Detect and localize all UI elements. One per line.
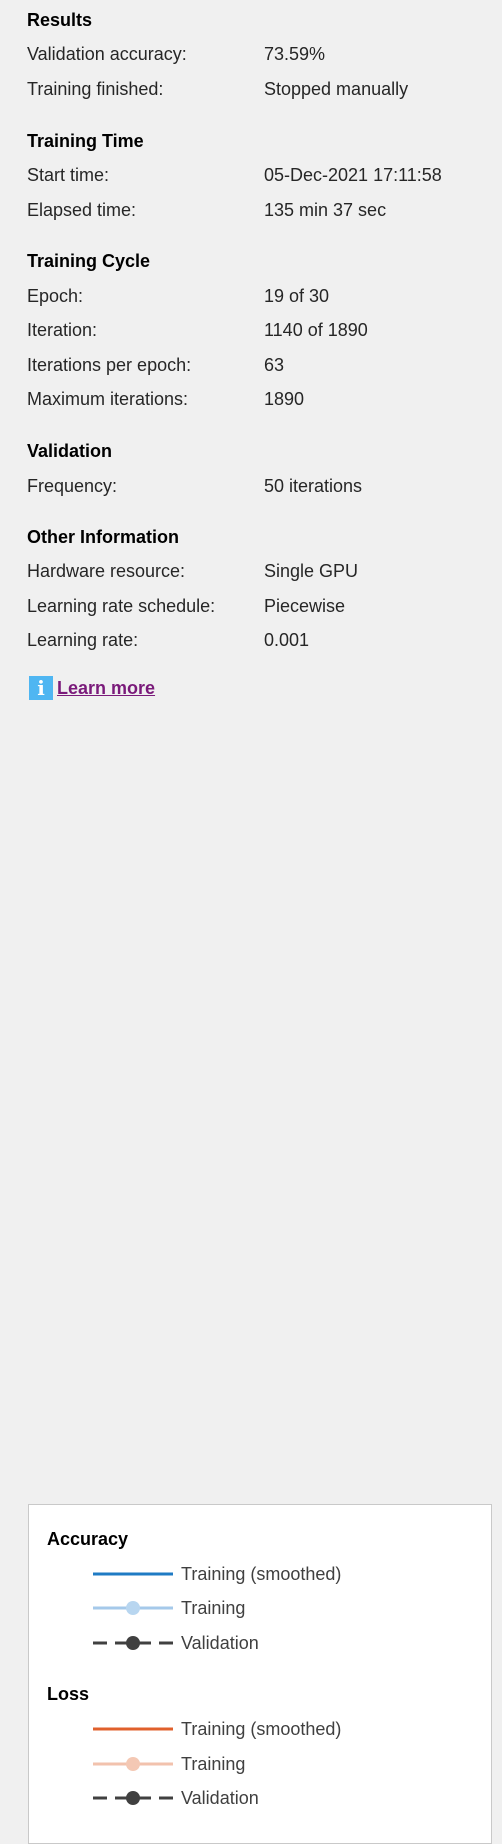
row-label: Learning rate schedule: (27, 596, 216, 616)
legend-label: Training (smoothed) (181, 1564, 342, 1584)
row-label: Validation accuracy: (27, 44, 187, 64)
legend-accuracy-training: Training (93, 1597, 245, 1619)
training-time-heading: Training Time (27, 131, 144, 151)
legend-label: Training (181, 1754, 246, 1774)
legend-label: Training (181, 1598, 246, 1618)
learn-more-link[interactable]: i Learn more (29, 676, 155, 700)
legend-accuracy-validation: Validation (93, 1632, 259, 1654)
row-label: Elapsed time: (27, 200, 137, 220)
row-label: Epoch: (27, 286, 84, 306)
row-value: 73.59% (264, 44, 326, 64)
legend-loss-validation: Validation (93, 1787, 259, 1809)
legend-swatch-solid-line (93, 1727, 173, 1731)
row-value: Single GPU (264, 561, 359, 581)
legend-label: Training (smoothed) (181, 1719, 342, 1739)
start-time-row: Start time: 05-Dec-2021 17:11:58 (27, 165, 442, 185)
row-label: Maximum iterations: (27, 389, 189, 409)
validation-heading: Validation (27, 441, 113, 461)
info-icon: i (29, 676, 53, 700)
iterations-per-epoch-row: Iterations per epoch: 63 (27, 355, 284, 375)
hardware-resource-row: Hardware resource: Single GPU (27, 561, 358, 581)
row-value: Stopped manually (264, 79, 409, 99)
training-cycle-heading: Training Cycle (27, 251, 151, 271)
row-value: 0.001 (264, 630, 310, 650)
row-value: 1140 of 1890 (264, 320, 368, 340)
row-value: 63 (264, 355, 285, 375)
legend-loss-training-smoothed: Training (smoothed) (93, 1718, 341, 1740)
legend-swatch-dashed-marker (93, 1791, 173, 1805)
learning-rate-row: Learning rate: 0.001 (27, 630, 309, 650)
row-value: 135 min 37 sec (264, 200, 387, 220)
maximum-iterations-row: Maximum iterations: 1890 (27, 389, 304, 409)
legend-label: Validation (181, 1788, 259, 1808)
row-label: Iteration: (27, 320, 98, 340)
elapsed-time-row: Elapsed time: 135 min 37 sec (27, 200, 386, 220)
iteration-row: Iteration: 1140 of 1890 (27, 320, 368, 340)
legend-label: Validation (181, 1633, 259, 1653)
epoch-row: Epoch: 19 of 30 (27, 286, 329, 306)
row-value: 19 of 30 (264, 286, 330, 306)
learning-rate-schedule-row: Learning rate schedule: Piecewise (27, 596, 345, 616)
row-label: Hardware resource: (27, 561, 186, 581)
legend-swatch-line-marker (93, 1601, 173, 1615)
other-information-heading: Other Information (27, 527, 179, 547)
legend-accuracy-training-smoothed: Training (smoothed) (93, 1563, 341, 1585)
row-label: Frequency: (27, 476, 118, 496)
training-finished-row: Training finished: Stopped manually (27, 79, 408, 99)
results-heading: Results (27, 10, 93, 30)
legend-swatch-dashed-marker (93, 1636, 173, 1650)
row-label: Iterations per epoch: (27, 355, 192, 375)
validation-accuracy-row: Validation accuracy: 73.59% (27, 44, 325, 64)
row-label: Learning rate: (27, 630, 139, 650)
frequency-row: Frequency: 50 iterations (27, 476, 362, 496)
legend-swatch-solid-line (93, 1572, 173, 1576)
row-label: Training finished: (27, 79, 164, 99)
row-value: 05-Dec-2021 17:11:58 (264, 165, 442, 185)
accuracy-legend-title: Accuracy (47, 1529, 129, 1549)
legend-loss-training: Training (93, 1753, 245, 1775)
row-value: 1890 (264, 389, 305, 409)
row-value: Piecewise (264, 596, 346, 616)
learn-more-label[interactable]: Learn more (57, 678, 155, 699)
legend-swatch-line-marker (93, 1757, 173, 1771)
loss-legend-title: Loss (47, 1684, 90, 1704)
row-value: 50 iterations (264, 476, 363, 496)
legend-panel: Accuracy Training (smoothed) Training Va… (28, 1504, 492, 1844)
row-label: Start time: (27, 165, 110, 185)
